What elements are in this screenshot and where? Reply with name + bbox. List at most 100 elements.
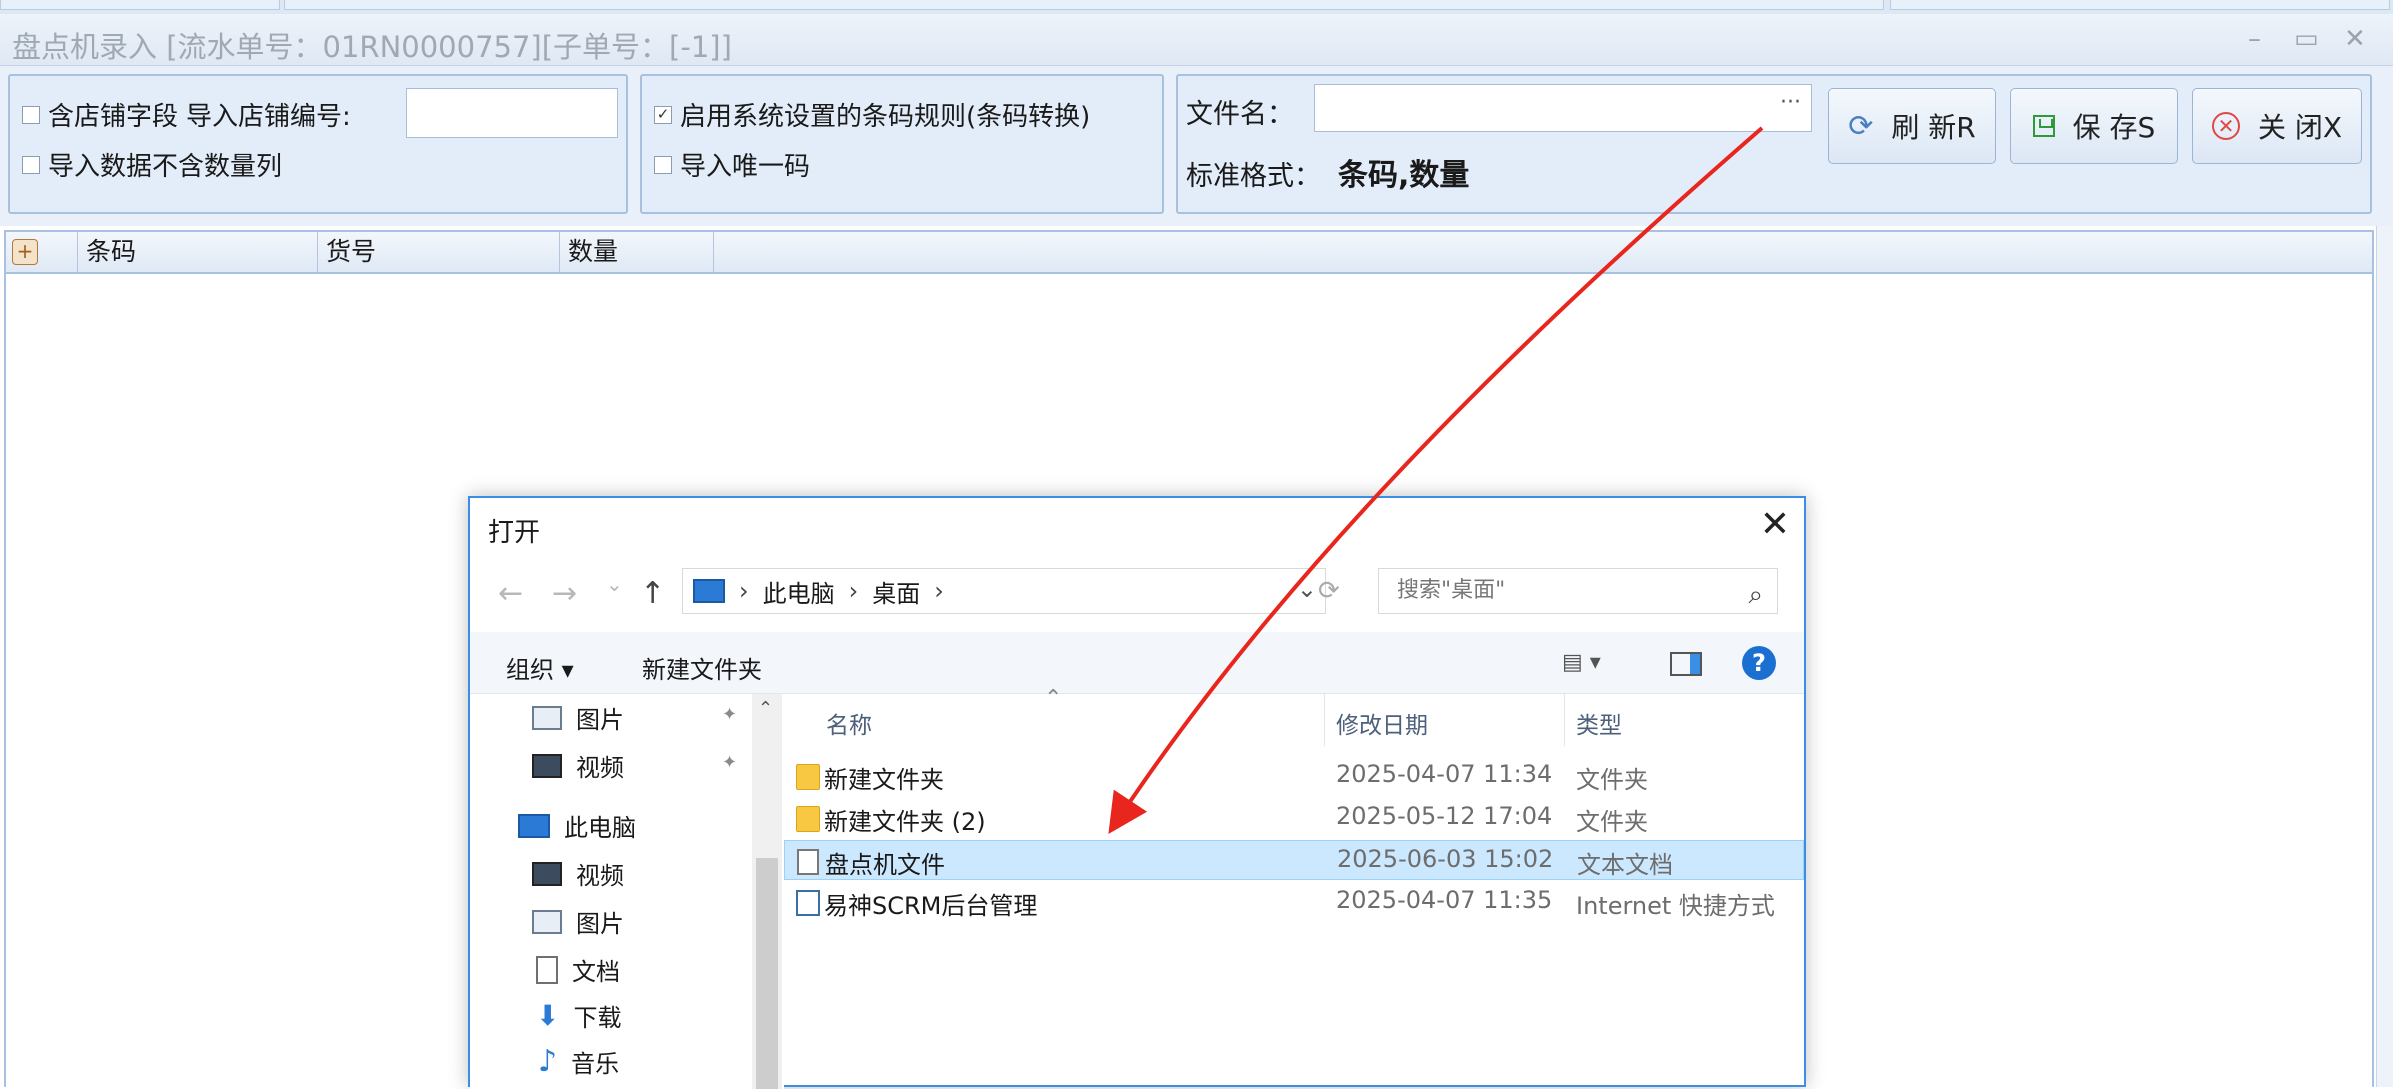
file-row[interactable]: 新建文件夹 (2) 2025-05-12 17:04 文件夹 <box>784 798 1804 838</box>
minimize-button[interactable]: – <box>2248 24 2261 54</box>
refresh-location-icon[interactable]: ⟳ <box>1318 576 1340 606</box>
file-name: 新建文件夹 <box>824 766 944 794</box>
open-file-dialog: 打开 ✕ ← → ⌄ ↑ › 此电脑 › 桌面 › ⌄ ⟳ 搜索"桌面" ⌕ 组… <box>468 496 1806 1089</box>
top-strip <box>0 0 2393 14</box>
window-close-button[interactable]: ✕ <box>2344 24 2366 54</box>
close-button-label: 关 闭X <box>2257 111 2343 144</box>
navigation-pane: 图片 ✦ 视频 ✦ 此电脑 视频 图片 文档 ⬇ 下载 ♪ 音乐 ⌃ <box>470 694 784 1089</box>
recent-locations-button[interactable]: ⌄ <box>606 572 623 596</box>
chevron-down-icon[interactable]: ⌄ <box>1297 575 1317 603</box>
store-no-input[interactable] <box>406 88 618 138</box>
nav-item-pictures[interactable]: 图片 <box>532 904 624 939</box>
breadcrumb-desktop[interactable]: 桌面 <box>872 574 920 609</box>
search-icon[interactable]: ⌕ <box>1748 573 1763 617</box>
computer-icon <box>518 813 550 838</box>
file-type: 文件夹 <box>1576 808 1648 836</box>
column-divider[interactable] <box>1324 694 1325 746</box>
tab-strip-segment <box>284 0 1884 10</box>
nav-item-videos-pinned[interactable]: 视频 <box>532 748 624 783</box>
nav-item-videos[interactable]: 视频 <box>532 856 624 891</box>
nav-item-downloads[interactable]: ⬇ 下载 <box>536 998 621 1033</box>
nav-item-label: 文档 <box>572 958 620 986</box>
nav-item-pictures-pinned[interactable]: 图片 <box>532 700 624 735</box>
file-type: Internet 快捷方式 <box>1576 892 1775 920</box>
tab-strip-segment <box>0 0 280 10</box>
grid-indicator-column <box>6 232 78 272</box>
scroll-up-icon[interactable]: ⌃ <box>758 698 773 719</box>
refresh-icon: ⟳ <box>1848 108 1874 144</box>
include-store-field-checkbox[interactable] <box>22 105 40 124</box>
import-store-no-label: 导入店铺编号: <box>186 102 351 132</box>
include-store-field-option[interactable]: 含店铺字段 导入店铺编号: <box>22 96 351 133</box>
column-header-barcode[interactable]: 条码 <box>78 232 318 272</box>
nav-item-label: 图片 <box>576 910 624 938</box>
dialog-close-button[interactable]: ✕ <box>1760 504 1790 545</box>
address-bar[interactable]: › 此电脑 › 桌面 › ⌄ <box>682 568 1326 614</box>
organize-menu[interactable]: 组织 ▾ <box>506 650 574 685</box>
column-divider[interactable] <box>1564 694 1565 746</box>
close-button[interactable]: ✕ 关 闭X <box>2192 88 2362 164</box>
breadcrumb-this-pc[interactable]: 此电脑 <box>763 574 835 609</box>
no-qty-column-option[interactable]: 导入数据不含数量列 <box>22 146 282 183</box>
scrollbar-thumb[interactable] <box>756 858 778 1089</box>
tab-strip-segment <box>1890 0 2390 10</box>
window-title: 盘点机录入 [流水单号：01RN0000757][子单号：[-1]] <box>12 30 732 64</box>
use-barcode-rule-checkbox[interactable]: ✓ <box>654 105 672 124</box>
import-unique-code-option[interactable]: 导入唯一码 <box>654 146 810 183</box>
save-button[interactable]: 保 存S <box>2010 88 2178 164</box>
folder-icon <box>796 806 820 832</box>
nav-item-documents[interactable]: 文档 <box>536 952 620 987</box>
file-row[interactable]: 新建文件夹 2025-04-07 11:34 文件夹 <box>784 756 1804 796</box>
grid-header: + 条码 货号 数量 <box>4 230 2374 274</box>
file-row-selected[interactable]: 盘点机文件 2025-06-03 15:02 文本文档 <box>784 840 1804 880</box>
search-input[interactable]: 搜索"桌面" ⌕ <box>1378 568 1778 614</box>
nav-pane-scrollbar[interactable]: ⌃ <box>752 694 782 1089</box>
filename-label: 文件名： <box>1186 99 1294 130</box>
pin-icon[interactable]: ✦ <box>722 704 737 725</box>
preview-pane-icon[interactable] <box>1670 652 1702 676</box>
nav-item-music[interactable]: ♪ 音乐 <box>538 1044 619 1079</box>
column-header-modified[interactable]: 修改日期 <box>1336 706 1428 740</box>
use-barcode-rule-option[interactable]: ✓ 启用系统设置的条码规则(条码转换) <box>654 96 1090 133</box>
column-header-item-no[interactable]: 货号 <box>318 232 560 272</box>
breadcrumb-separator: › <box>934 577 944 605</box>
barcode-options-group: ✓ 启用系统设置的条码规则(条码转换) 导入唯一码 <box>640 74 1164 214</box>
window-titlebar: 盘点机录入 [流水单号：01RN0000757][子单号：[-1]] – ▭ ✕ <box>0 14 2393 66</box>
use-barcode-rule-label: 启用系统设置的条码规则(条码转换) <box>680 102 1091 132</box>
refresh-button[interactable]: ⟳ 刷 新R <box>1828 88 1996 164</box>
breadcrumb-separator: › <box>848 577 859 605</box>
pin-icon[interactable]: ✦ <box>722 752 737 773</box>
new-folder-button[interactable]: 新建文件夹 <box>642 650 762 685</box>
nav-item-label: 视频 <box>576 862 624 890</box>
video-icon <box>532 861 562 886</box>
save-button-label: 保 存S <box>2072 111 2156 144</box>
nav-item-label: 图片 <box>576 706 624 734</box>
nav-item-label: 下载 <box>573 1004 622 1032</box>
picture-icon <box>532 909 562 934</box>
view-options-icon[interactable]: ▤ ▾ <box>1562 650 1601 675</box>
forward-button[interactable]: → <box>552 576 577 611</box>
up-button[interactable]: ↑ <box>640 576 665 611</box>
browse-button[interactable]: ··· <box>1780 90 1801 115</box>
no-qty-column-checkbox[interactable] <box>22 155 40 174</box>
file-type: 文本文档 <box>1577 851 1673 879</box>
back-button[interactable]: ← <box>498 576 523 611</box>
import-unique-code-label: 导入唯一码 <box>680 152 811 182</box>
column-header-quantity[interactable]: 数量 <box>560 232 714 272</box>
import-unique-code-checkbox[interactable] <box>654 155 672 174</box>
toolbar-area: 含店铺字段 导入店铺编号: 导入数据不含数量列 ✓ 启用系统设置的条码规则(条码… <box>0 66 2393 226</box>
video-icon <box>532 753 562 778</box>
file-modified: 2025-04-07 11:34 <box>1336 760 1553 788</box>
help-icon[interactable]: ? <box>1742 646 1776 680</box>
file-row[interactable]: 易神SCRM后台管理 2025-04-07 11:35 Internet 快捷方… <box>784 882 1804 922</box>
column-header-name[interactable]: 名称 <box>826 706 872 740</box>
maximize-button[interactable]: ▭ <box>2294 24 2319 54</box>
filename-input[interactable] <box>1314 84 1812 132</box>
nav-item-this-pc[interactable]: 此电脑 <box>518 808 636 843</box>
column-header-type[interactable]: 类型 <box>1576 706 1622 740</box>
right-edge-panel <box>2376 226 2393 1087</box>
search-placeholder: 搜索"桌面" <box>1397 578 1506 603</box>
folder-icon <box>796 764 820 790</box>
file-modified: 2025-04-07 11:35 <box>1336 886 1553 914</box>
file-type: 文件夹 <box>1576 766 1648 794</box>
